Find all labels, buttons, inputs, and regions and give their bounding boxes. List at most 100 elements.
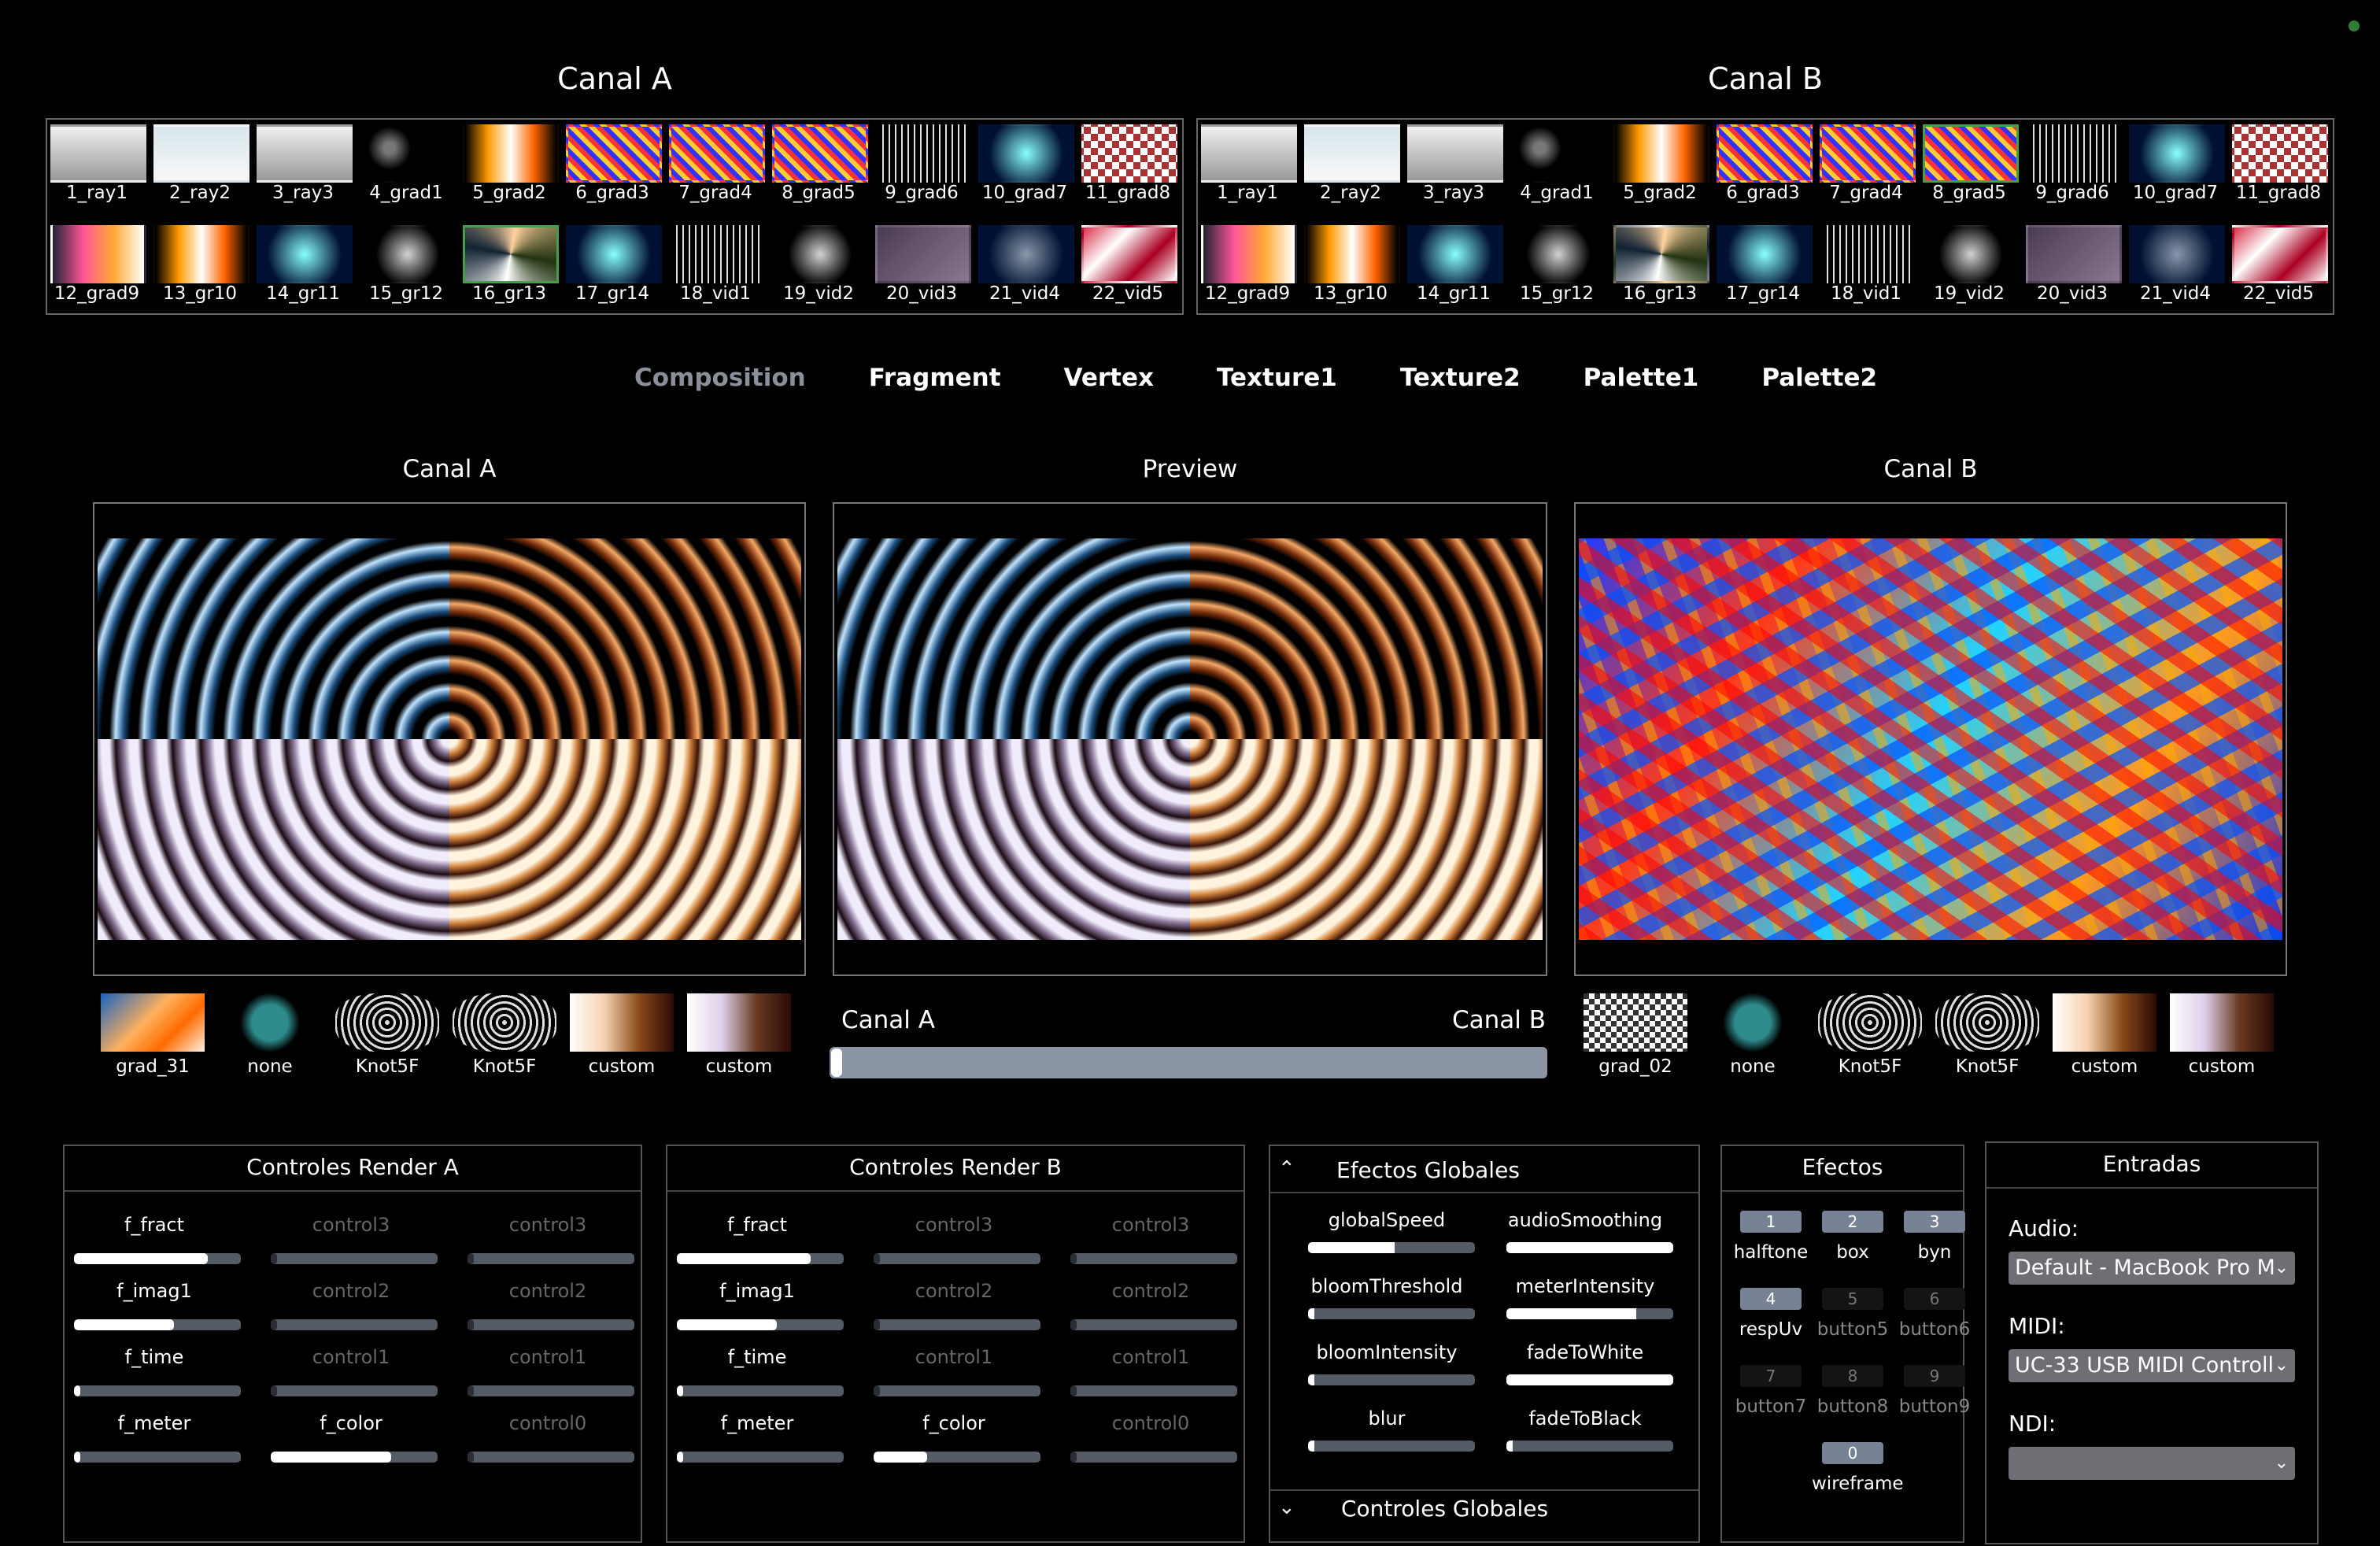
texture-slot[interactable]: custom [562,990,679,1082]
channel-thumb[interactable]: 20_vid3 [2024,224,2127,324]
texture-slot[interactable]: grad_02 [1576,990,1693,1082]
slider-track[interactable] [271,1319,438,1330]
slider-track[interactable] [1506,1441,1673,1452]
channel-thumb[interactable]: 17_gr14 [1715,224,1818,324]
crossfader-slider[interactable] [830,1047,1547,1078]
channel-thumb[interactable]: 9_grad6 [874,123,977,224]
channel-thumb[interactable]: 10_grad7 [977,123,1080,224]
channel-thumb[interactable]: 7_grad4 [1818,123,1921,224]
slider-track[interactable] [874,1385,1040,1396]
slider-track[interactable] [1070,1385,1237,1396]
tab-fragment[interactable]: Fragment [837,364,1033,392]
channel-thumb[interactable]: 8_grad5 [771,123,874,224]
texture-slot[interactable]: Knot5F [1810,990,1927,1082]
channel-thumb[interactable]: 19_vid2 [771,224,874,324]
slider-track[interactable] [1506,1242,1673,1253]
channel-thumb[interactable]: 12_grad9 [49,224,152,324]
controles-globales-toggle[interactable]: Controles Globales [1341,1492,1548,1526]
channel-thumb[interactable]: 21_vid4 [2127,224,2230,324]
texture-slot[interactable]: custom [2162,990,2279,1082]
texture-slot[interactable]: Knot5F [445,990,562,1082]
channel-thumb[interactable]: 15_gr12 [358,224,461,324]
slider-track[interactable] [1308,1374,1475,1385]
texture-slot[interactable]: Knot5F [1927,990,2045,1082]
channel-thumb[interactable]: 22_vid5 [2230,224,2334,324]
effect-button-4[interactable]: 4 [1740,1288,1802,1310]
midi-select[interactable]: UC-33 USB MIDI Controll ⌄ [2009,1349,2295,1382]
channel-thumb[interactable]: 19_vid2 [1921,224,2024,324]
channel-thumb[interactable]: 3_ray3 [1406,123,1509,224]
channel-thumb[interactable]: 14_gr11 [255,224,358,324]
slider-track[interactable] [74,1253,241,1264]
channel-thumb[interactable]: 3_ray3 [255,123,358,224]
channel-thumb[interactable]: 2_ray2 [152,123,255,224]
slider-track[interactable] [1308,1242,1475,1253]
channel-thumb[interactable]: 17_gr14 [564,224,667,324]
slider-track[interactable] [677,1452,844,1463]
collapse-up-icon[interactable]: ⌃ [1278,1157,1295,1181]
channel-thumb[interactable]: 18_vid1 [1818,224,1921,324]
slider-track[interactable] [677,1385,844,1396]
slider-track[interactable] [74,1385,241,1396]
channel-thumb[interactable]: 22_vid5 [1080,224,1183,324]
audio-select[interactable]: Default - MacBook Pro M ⌄ [2009,1252,2295,1285]
slider-track[interactable] [1308,1308,1475,1319]
channel-thumb[interactable]: 16_gr13 [1612,224,1715,324]
effect-button-2[interactable]: 2 [1822,1211,1883,1233]
channel-thumb[interactable]: 7_grad4 [667,123,771,224]
channel-thumb[interactable]: 10_grad7 [2127,123,2230,224]
channel-thumb[interactable]: 4_grad1 [1509,123,1612,224]
channel-thumb[interactable]: 1_ray1 [49,123,152,224]
channel-thumb[interactable]: 11_grad8 [1080,123,1183,224]
tab-texture2[interactable]: Texture2 [1369,364,1552,392]
slider-track[interactable] [677,1319,844,1330]
texture-slot[interactable]: Knot5F [327,990,445,1082]
texture-slot[interactable]: none [1693,990,1810,1082]
texture-slot[interactable]: none [210,990,327,1082]
slider-track[interactable] [74,1452,241,1463]
texture-slot[interactable]: grad_31 [93,990,210,1082]
tab-composition[interactable]: Composition [603,364,837,392]
texture-slot[interactable]: custom [2045,990,2162,1082]
ndi-select[interactable]: ⌄ [2009,1447,2295,1480]
slider-track[interactable] [1070,1319,1237,1330]
crossfader-thumb[interactable] [831,1049,842,1077]
effect-button-7[interactable]: 7 [1740,1365,1802,1387]
tab-vertex[interactable]: Vertex [1033,364,1185,392]
slider-track[interactable] [271,1452,438,1463]
channel-thumb[interactable]: 15_gr12 [1509,224,1612,324]
slider-track[interactable] [468,1385,634,1396]
effect-button-9[interactable]: 9 [1904,1365,1965,1387]
channel-thumb[interactable]: 13_gr10 [152,224,255,324]
channel-thumb[interactable]: 2_ray2 [1303,123,1406,224]
texture-slot[interactable]: custom [679,990,796,1082]
channel-thumb[interactable]: 12_grad9 [1199,224,1303,324]
slider-track[interactable] [468,1319,634,1330]
slider-track[interactable] [1308,1441,1475,1452]
channel-thumb[interactable]: 16_gr13 [461,224,564,324]
channel-thumb[interactable]: 9_grad6 [2024,123,2127,224]
channel-thumb[interactable]: 14_gr11 [1406,224,1509,324]
effect-button-5[interactable]: 5 [1822,1288,1883,1310]
tab-texture1[interactable]: Texture1 [1185,364,1369,392]
channel-thumb[interactable]: 5_grad2 [461,123,564,224]
channel-thumb[interactable]: 11_grad8 [2230,123,2334,224]
channel-thumb[interactable]: 6_grad3 [564,123,667,224]
slider-track[interactable] [1070,1452,1237,1463]
tab-palette1[interactable]: Palette1 [1552,364,1731,392]
slider-track[interactable] [874,1253,1040,1264]
channel-thumb[interactable]: 21_vid4 [977,224,1080,324]
slider-track[interactable] [677,1253,844,1264]
slider-track[interactable] [468,1452,634,1463]
slider-track[interactable] [1506,1374,1673,1385]
effect-button-3[interactable]: 3 [1904,1211,1965,1233]
channel-thumb[interactable]: 5_grad2 [1612,123,1715,224]
slider-track[interactable] [468,1253,634,1264]
effect-button-8[interactable]: 8 [1822,1365,1883,1387]
channel-thumb[interactable]: 8_grad5 [1921,123,2024,224]
slider-track[interactable] [271,1385,438,1396]
effect-button-0[interactable]: 0 [1822,1442,1883,1464]
slider-track[interactable] [74,1319,241,1330]
channel-thumb[interactable]: 13_gr10 [1303,224,1406,324]
slider-track[interactable] [874,1452,1040,1463]
